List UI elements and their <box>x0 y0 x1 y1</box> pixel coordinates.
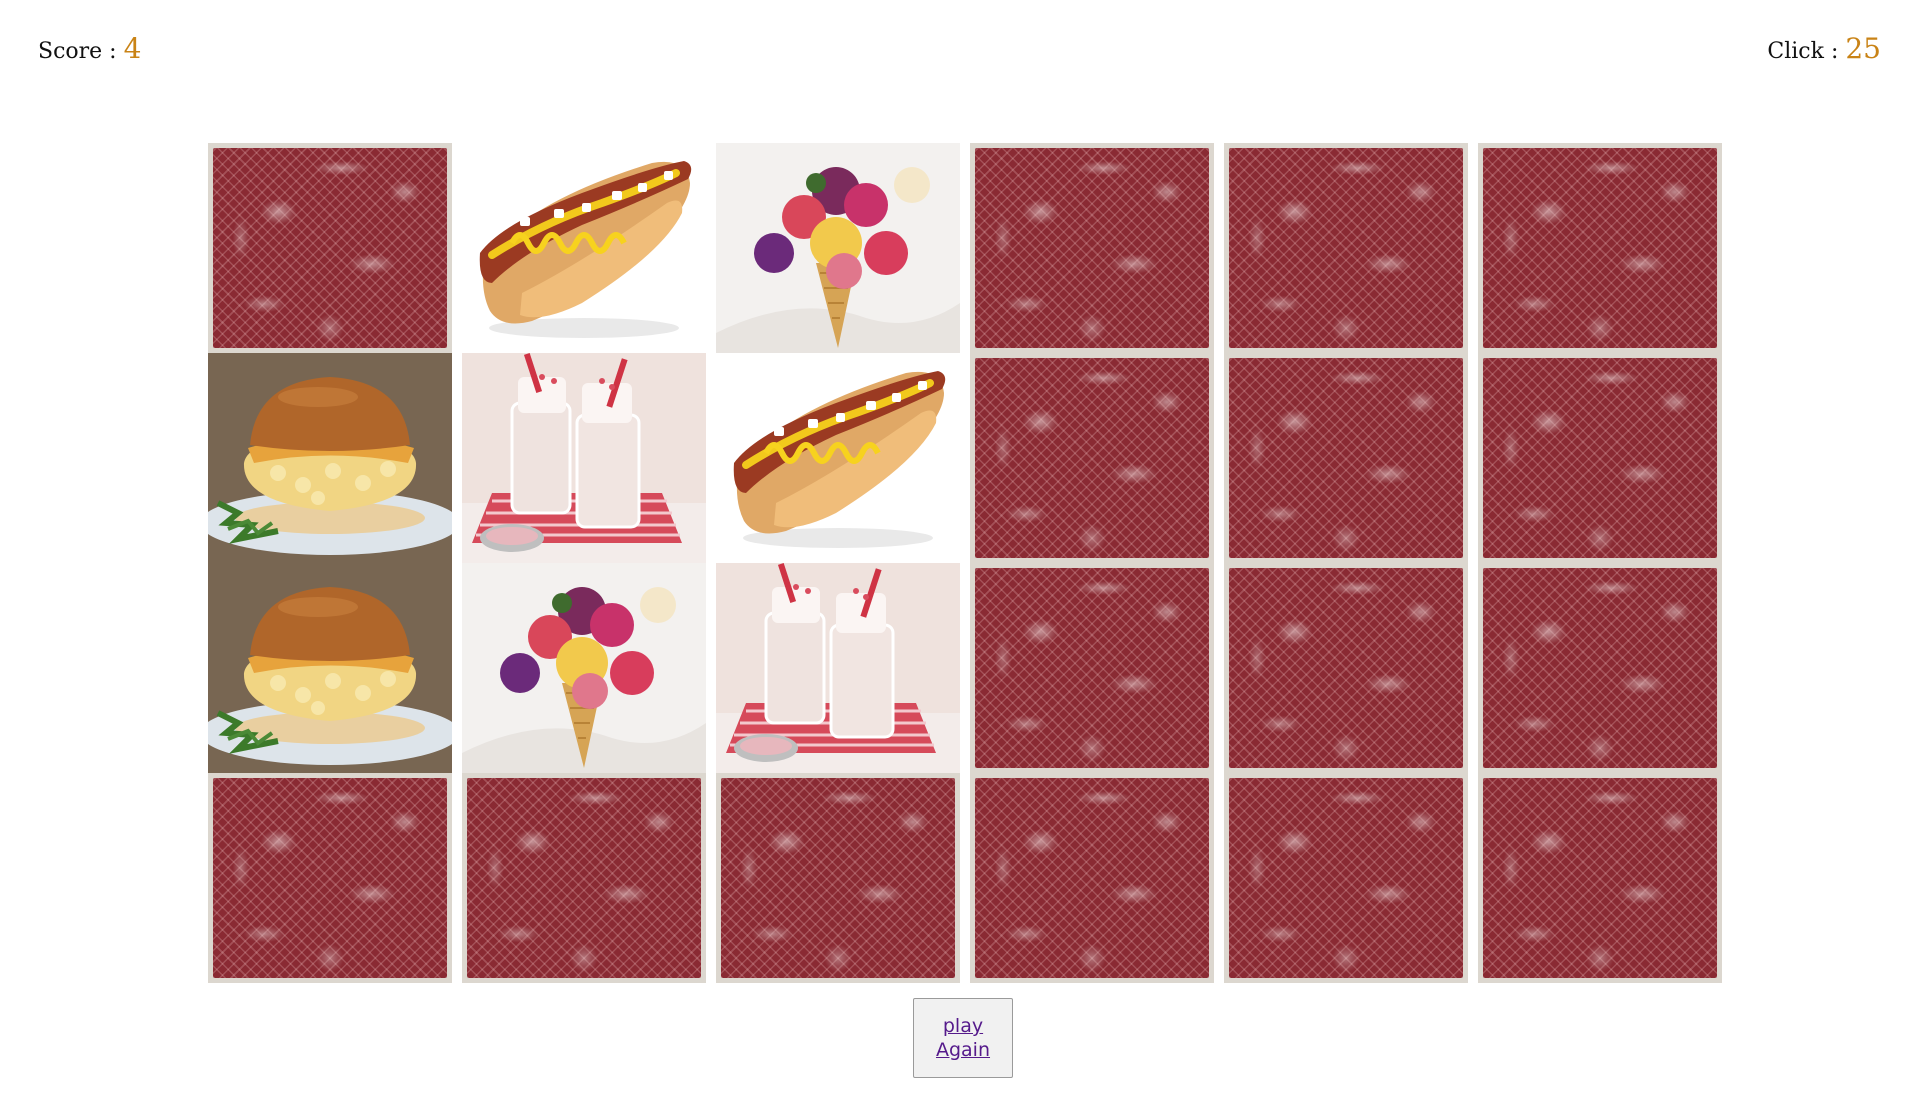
card-burger[interactable] <box>208 353 452 563</box>
milkshake-image <box>716 563 960 773</box>
card-back-pattern <box>213 778 447 978</box>
card-back-pattern <box>1229 358 1463 558</box>
card-back-pattern <box>467 778 701 978</box>
click-value: 25 <box>1845 32 1881 65</box>
card-face-down[interactable] <box>1224 353 1468 563</box>
burger-image <box>208 563 452 773</box>
card-back-pattern <box>1483 568 1717 768</box>
card-hotdog[interactable] <box>462 143 706 353</box>
card-back-pattern <box>975 778 1209 978</box>
score-display: Score : 4 <box>38 32 141 65</box>
card-back-pattern <box>1229 568 1463 768</box>
card-ice-cream[interactable] <box>462 563 706 773</box>
click-label: Click : <box>1767 39 1846 64</box>
card-hotdog[interactable] <box>716 353 960 563</box>
card-back-pattern <box>975 148 1209 348</box>
milkshake-image <box>462 353 706 563</box>
card-milkshake[interactable] <box>462 353 706 563</box>
card-burger[interactable] <box>208 563 452 773</box>
card-face-down[interactable] <box>208 773 452 983</box>
card-face-down[interactable] <box>1478 143 1722 353</box>
card-back-pattern <box>975 568 1209 768</box>
click-counter: Click : 25 <box>1767 32 1881 65</box>
hotdog-image <box>462 143 706 353</box>
play-again-button[interactable]: play Again <box>913 998 1013 1078</box>
card-back-pattern <box>1483 358 1717 558</box>
card-milkshake[interactable] <box>716 563 960 773</box>
card-face-down[interactable] <box>208 143 452 353</box>
card-face-down[interactable] <box>970 773 1214 983</box>
card-face-down[interactable] <box>1224 773 1468 983</box>
card-back-pattern <box>721 778 955 978</box>
card-ice-cream[interactable] <box>716 143 960 353</box>
card-face-down[interactable] <box>970 143 1214 353</box>
card-face-down[interactable] <box>462 773 706 983</box>
ice-cream-image <box>462 563 706 773</box>
card-face-down[interactable] <box>970 563 1214 773</box>
card-face-down[interactable] <box>1224 563 1468 773</box>
card-face-down[interactable] <box>1478 353 1722 563</box>
card-back-pattern <box>1483 148 1717 348</box>
hotdog-image <box>716 353 960 563</box>
card-back-pattern <box>1229 148 1463 348</box>
card-back-pattern <box>1483 778 1717 978</box>
card-back-pattern <box>213 148 447 348</box>
card-back-pattern <box>1229 778 1463 978</box>
play-again-link[interactable]: play Again <box>933 1014 993 1062</box>
score-label: Score : <box>38 39 124 64</box>
burger-image <box>208 353 452 563</box>
card-face-down[interactable] <box>1478 563 1722 773</box>
card-face-down[interactable] <box>970 353 1214 563</box>
score-value: 4 <box>123 32 142 65</box>
ice-cream-image <box>716 143 960 353</box>
card-face-down[interactable] <box>1478 773 1722 983</box>
card-board <box>208 143 1722 983</box>
card-face-down[interactable] <box>1224 143 1468 353</box>
card-back-pattern <box>975 358 1209 558</box>
card-face-down[interactable] <box>716 773 960 983</box>
